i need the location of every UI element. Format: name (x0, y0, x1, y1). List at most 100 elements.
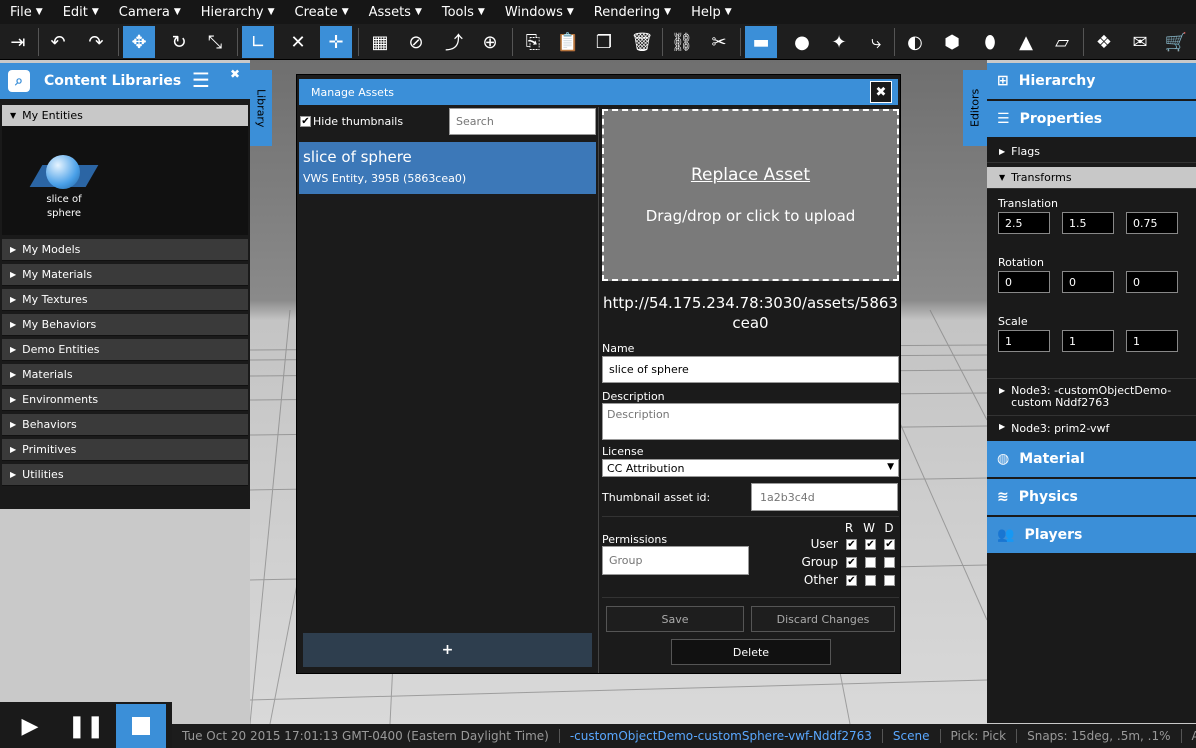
parent-icon[interactable]: ⤴ (438, 26, 470, 58)
section-my-behaviors[interactable]: ▶ My Behaviors (2, 314, 248, 336)
hierarchy-header[interactable]: ⊞ Hierarchy (987, 63, 1196, 99)
section-materials[interactable]: ▶ Materials (2, 364, 248, 386)
flags-section[interactable]: ▶ Flags (987, 141, 1196, 163)
perm-other-w[interactable] (865, 574, 876, 586)
scale-x[interactable]: 1 (998, 330, 1050, 352)
translation-y[interactable]: 1.5 (1062, 212, 1114, 234)
menu-edit[interactable]: Edit ▼ (53, 0, 109, 24)
undo-icon[interactable]: ↶ (42, 26, 74, 58)
menu-help[interactable]: Help ▼ (681, 0, 742, 24)
add-asset-button[interactable]: + (303, 633, 592, 667)
menu-camera[interactable]: Camera ▼ (109, 0, 191, 24)
plane-icon[interactable]: ▱ (1046, 26, 1078, 58)
menu-tools[interactable]: Tools ▼ (432, 0, 495, 24)
section-utilities[interactable]: ▶ Utilities (2, 464, 248, 486)
physics-header[interactable]: ≋ Physics (987, 479, 1196, 515)
description-input[interactable] (602, 403, 899, 440)
status-pick[interactable]: Pick: Pick (939, 729, 1017, 743)
exit-icon[interactable]: ⇥ (2, 26, 34, 58)
menu-hierarchy[interactable]: Hierarchy ▼ (191, 0, 285, 24)
perm-user-r[interactable]: ✔ (846, 538, 857, 550)
redo-icon[interactable]: ↷ (80, 26, 112, 58)
node-item-1[interactable]: ▶ Node3: -customObjectDemo-custom Nddf276… (987, 378, 1196, 415)
asset-list-item[interactable]: slice of sphere VWS Entity, 395B (5863ce… (299, 142, 596, 194)
hide-thumbnails-row[interactable]: ✔ Hide thumbnails (300, 115, 403, 128)
scale-z[interactable]: 1 (1126, 330, 1178, 352)
name-input[interactable]: slice of sphere (602, 356, 899, 383)
play-icon[interactable]: ▶ (8, 704, 52, 748)
cube-icon[interactable]: ⬢ (936, 26, 968, 58)
rotation-y[interactable]: 0 (1062, 271, 1114, 293)
node-item-2[interactable]: ▶ Node3: prim2-vwf (987, 415, 1196, 441)
scale-icon[interactable]: ⤡ (199, 26, 231, 58)
hide-thumbnails-checkbox[interactable]: ✔ (300, 116, 311, 127)
cone-icon[interactable]: ▲ (1010, 26, 1042, 58)
rotate-icon[interactable]: ↻ (163, 26, 195, 58)
properties-header[interactable]: ☰ Properties (987, 101, 1196, 137)
paste-icon[interactable]: 📋 (552, 26, 584, 58)
translation-x[interactable]: 2.5 (998, 212, 1050, 234)
status-mode[interactable]: Scene (881, 729, 940, 743)
translation-z[interactable]: 0.75 (1126, 212, 1178, 234)
section-my-models[interactable]: ▶ My Models (2, 239, 248, 261)
menu-assets[interactable]: Assets ▼ (359, 0, 432, 24)
section-primitives[interactable]: ▶ Primitives (2, 439, 248, 461)
link-icon[interactable]: ⛓ (666, 26, 698, 58)
avatar-icon[interactable]: ● (786, 26, 818, 58)
menu-rendering[interactable]: Rendering ▼ (584, 0, 681, 24)
chat-icon[interactable]: ✉ (1124, 26, 1156, 58)
players-header[interactable]: 👥 Players (987, 517, 1196, 553)
library-tab[interactable]: Library (250, 70, 272, 146)
light-icon[interactable]: ✦ (823, 26, 855, 58)
asset-search-input[interactable] (449, 108, 596, 135)
status-snaps[interactable]: Snaps: 15deg, .5m, .1% (1016, 729, 1180, 743)
pick-icon[interactable]: ✛ (320, 26, 352, 58)
perm-other-d[interactable] (884, 574, 895, 586)
status-axis[interactable]: Axis: - (1180, 729, 1196, 743)
material-header[interactable]: ◍ Material (987, 441, 1196, 477)
path-icon[interactable]: ⤷ (860, 26, 892, 58)
local-axis-icon[interactable]: ∟ (242, 26, 274, 58)
sphere-icon[interactable]: ◐ (899, 26, 931, 58)
scale-y[interactable]: 1 (1062, 330, 1114, 352)
dialog-close-button[interactable]: ✖ (870, 81, 892, 103)
perm-user-w[interactable]: ✔ (865, 538, 876, 550)
group-input[interactable] (602, 546, 749, 575)
perm-group-w[interactable] (865, 556, 876, 568)
entity-tile[interactable]: slice of sphere (28, 137, 100, 225)
section-my-materials[interactable]: ▶ My Materials (2, 264, 248, 286)
hamburger-icon[interactable]: ☰ (192, 70, 214, 90)
license-select[interactable]: CC Attribution ▼ (602, 459, 899, 477)
camera-icon[interactable]: ▬ (745, 26, 777, 58)
delete-button[interactable]: Delete (671, 639, 831, 665)
delete-icon[interactable]: 🗑 (626, 26, 658, 58)
unlink-icon[interactable]: ✂ (703, 26, 735, 58)
perm-group-d[interactable] (884, 556, 895, 568)
pause-icon[interactable]: ❚❚ (64, 704, 108, 748)
move-icon[interactable]: ✥ (123, 26, 155, 58)
section-my-entities[interactable]: ▼ My Entities (2, 105, 248, 127)
menu-windows[interactable]: Windows ▼ (495, 0, 584, 24)
menu-create[interactable]: Create ▼ (285, 0, 359, 24)
deselect-icon[interactable]: ⊘ (400, 26, 432, 58)
section-environments[interactable]: ▶ Environments (2, 389, 248, 411)
stop-icon[interactable] (116, 704, 166, 748)
rotation-x[interactable]: 0 (998, 271, 1050, 293)
menu-file[interactable]: File ▼ (0, 0, 53, 24)
perm-group-r[interactable]: ✔ (846, 556, 857, 568)
cart-icon[interactable]: 🛒 (1160, 26, 1192, 58)
section-behaviors[interactable]: ▶ Behaviors (2, 414, 248, 436)
copy-icon[interactable]: ⎘ (517, 26, 549, 58)
cylinder-icon[interactable]: ⬮ (974, 26, 1006, 58)
focus-icon[interactable]: ⊕ (474, 26, 506, 58)
perm-other-r[interactable]: ✔ (846, 574, 857, 586)
section-demo-entities[interactable]: ▶ Demo Entities (2, 339, 248, 361)
discard-changes-button[interactable]: Discard Changes (751, 606, 895, 632)
rotation-z[interactable]: 0 (1126, 271, 1178, 293)
editors-tab[interactable]: Editors (963, 70, 987, 146)
close-icon[interactable]: ✖ (230, 67, 240, 81)
grid-icon[interactable]: ▦ (364, 26, 396, 58)
duplicate-icon[interactable]: ❐ (588, 26, 620, 58)
replace-asset-dropzone[interactable]: Replace Asset Drag/drop or click to uplo… (602, 109, 899, 281)
status-node[interactable]: -customObjectDemo-customSphere-vwf-Nddf2… (558, 729, 882, 743)
